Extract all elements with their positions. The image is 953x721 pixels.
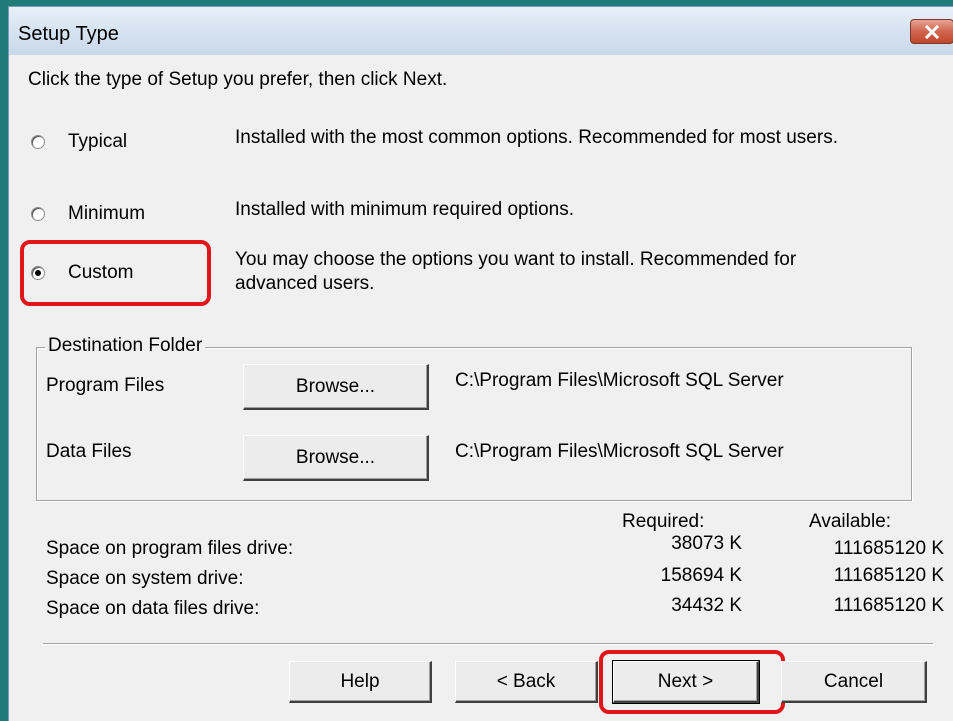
typical-description: Installed with the most common options. … bbox=[235, 127, 838, 148]
window-title: Setup Type bbox=[18, 23, 119, 45]
data-files-browse-label: Browse... bbox=[295, 446, 376, 468]
instruction-text: Click the type of Setup you prefer, then… bbox=[28, 69, 448, 90]
bottom-separator bbox=[43, 643, 933, 645]
available-header: Available: bbox=[809, 511, 892, 532]
program-files-label: Program Files bbox=[46, 375, 165, 396]
close-button[interactable] bbox=[910, 19, 953, 44]
destination-folder-legend: Destination Folder bbox=[45, 335, 206, 357]
program-files-browse-label: Browse... bbox=[295, 375, 376, 397]
title-bar[interactable]: Setup Type bbox=[9, 7, 953, 55]
space-row-required: 38073 K bbox=[671, 533, 742, 554]
custom-radio[interactable] bbox=[31, 266, 45, 280]
space-row-required: 158694 K bbox=[660, 565, 742, 586]
required-header: Required: bbox=[622, 511, 705, 532]
minimum-description: Installed with minimum required options. bbox=[235, 199, 574, 220]
setup-type-window: Setup Type Click the type of Setup you p… bbox=[8, 6, 953, 721]
data-files-browse-button[interactable]: Browse... bbox=[243, 435, 429, 481]
data-files-path: C:\Program Files\Microsoft SQL Server bbox=[455, 441, 784, 462]
next-button-label: Next > bbox=[657, 670, 714, 692]
cancel-button-label: Cancel bbox=[823, 670, 884, 692]
data-files-label: Data Files bbox=[46, 441, 132, 462]
minimum-radio[interactable] bbox=[31, 207, 45, 221]
space-row-available: 111685120 K bbox=[833, 538, 944, 559]
program-files-path: C:\Program Files\Microsoft SQL Server bbox=[455, 370, 784, 391]
typical-radio[interactable] bbox=[31, 135, 45, 149]
close-icon bbox=[924, 24, 940, 39]
space-row-label: Space on data files drive: bbox=[46, 598, 260, 619]
minimum-label[interactable]: Minimum bbox=[68, 203, 145, 225]
back-button[interactable]: < Back bbox=[455, 661, 598, 703]
custom-description-line2: advanced users. bbox=[235, 273, 375, 294]
space-row-label: Space on program files drive: bbox=[46, 538, 294, 559]
program-files-browse-button[interactable]: Browse... bbox=[243, 364, 429, 410]
back-button-label: < Back bbox=[496, 670, 556, 692]
cancel-button[interactable]: Cancel bbox=[781, 661, 927, 703]
typical-label[interactable]: Typical bbox=[68, 131, 127, 153]
help-button[interactable]: Help bbox=[289, 661, 432, 703]
space-row-available: 111685120 K bbox=[833, 565, 944, 586]
dialog-content: Click the type of Setup you prefer, then… bbox=[9, 55, 953, 721]
space-row-available: 111685120 K bbox=[833, 595, 944, 616]
next-button[interactable]: Next > bbox=[612, 660, 760, 704]
space-row-required: 34432 K bbox=[671, 595, 742, 616]
custom-label[interactable]: Custom bbox=[68, 262, 133, 284]
space-row-label: Space on system drive: bbox=[46, 568, 244, 589]
help-button-label: Help bbox=[340, 670, 380, 692]
custom-description-line1: You may choose the options you want to i… bbox=[235, 249, 797, 270]
